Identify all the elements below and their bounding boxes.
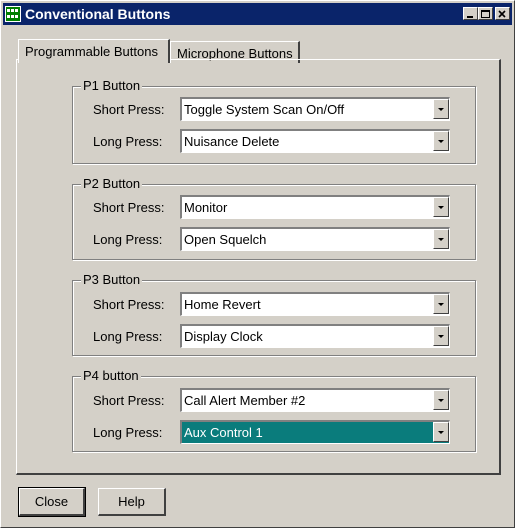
p1-long-press-combo[interactable]: Nuisance Delete [180, 129, 450, 153]
chevron-down-icon[interactable] [433, 229, 449, 249]
p1-short-press-combo[interactable]: Toggle System Scan On/Off [180, 97, 450, 121]
p1-button-group: P1 Button Short Press: Toggle System Sca… [72, 79, 476, 164]
p4-long-press-combo[interactable]: Aux Control 1 [180, 420, 450, 444]
short-press-label: Short Press: [93, 393, 165, 408]
combo-value: Call Alert Member #2 [184, 393, 306, 408]
chevron-down-icon[interactable] [433, 390, 449, 410]
group-title: P3 Button [81, 272, 143, 287]
chevron-down-icon[interactable] [433, 422, 449, 442]
p4-short-press-combo[interactable]: Call Alert Member #2 [180, 388, 450, 412]
long-press-label: Long Press: [93, 232, 163, 247]
combo-value: Display Clock [184, 329, 263, 344]
group-title: P4 button [81, 368, 141, 383]
close-icon [498, 10, 506, 18]
chevron-down-icon[interactable] [433, 294, 449, 314]
combo-value: Open Squelch [184, 232, 267, 247]
p2-short-press-combo[interactable]: Monitor [180, 195, 450, 219]
conventional-buttons-dialog: Conventional Buttons Programmable Button… [0, 0, 515, 528]
minimize-button[interactable] [463, 7, 478, 20]
p2-long-press-combo[interactable]: Open Squelch [180, 227, 450, 251]
tab-panel: P1 Button Short Press: Toggle System Sca… [16, 59, 501, 475]
p3-short-press-combo[interactable]: Home Revert [180, 292, 450, 316]
long-press-label: Long Press: [93, 425, 163, 440]
long-press-label: Long Press: [93, 329, 163, 344]
maximize-button[interactable] [478, 7, 493, 20]
short-press-label: Short Press: [93, 102, 165, 117]
combo-value: Monitor [184, 200, 228, 215]
short-press-label: Short Press: [93, 297, 165, 312]
tab-programmable-buttons[interactable]: Programmable Buttons [18, 39, 170, 63]
help-button[interactable]: Help [98, 488, 166, 516]
minimize-icon [467, 16, 473, 18]
app-icon [5, 6, 21, 22]
close-button[interactable]: Close [18, 487, 86, 517]
chevron-down-icon[interactable] [433, 326, 449, 346]
group-title: P2 Button [81, 176, 143, 191]
short-press-label: Short Press: [93, 200, 165, 215]
p3-long-press-combo[interactable]: Display Clock [180, 324, 450, 348]
chevron-down-icon[interactable] [433, 197, 449, 217]
combo-value: Nuisance Delete [184, 134, 280, 149]
chevron-down-icon[interactable] [433, 131, 449, 151]
p4-button-group: P4 button Short Press: Call Alert Member… [72, 369, 476, 452]
p2-button-group: P2 Button Short Press: Monitor Long Pres… [72, 177, 476, 260]
group-title: P1 Button [81, 78, 143, 93]
window-title: Conventional Buttons [25, 6, 171, 22]
p3-button-group: P3 Button Short Press: Home Revert Long … [72, 273, 476, 356]
title-bar[interactable]: Conventional Buttons [3, 3, 512, 25]
tab-label: Programmable Buttons [25, 44, 158, 59]
combo-value: Toggle System Scan On/Off [184, 102, 345, 117]
close-window-button[interactable] [495, 7, 510, 20]
long-press-label: Long Press: [93, 134, 163, 149]
combo-value: Home Revert [184, 297, 261, 312]
combo-value: Aux Control 1 [184, 425, 263, 440]
maximize-icon [481, 10, 490, 18]
chevron-down-icon[interactable] [433, 99, 449, 119]
